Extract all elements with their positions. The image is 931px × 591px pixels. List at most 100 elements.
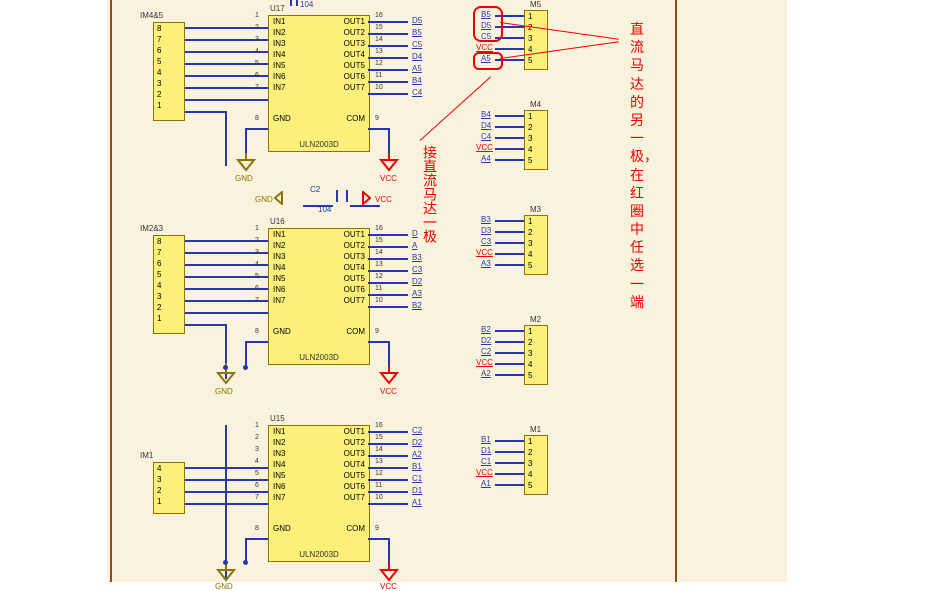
wire bbox=[495, 148, 524, 150]
net-out: A bbox=[412, 241, 417, 250]
net-m1-2: D1 bbox=[481, 446, 491, 455]
header-im1: 4321 bbox=[153, 462, 185, 514]
header-ref-m1: M1 bbox=[530, 425, 541, 434]
wire bbox=[495, 341, 524, 343]
wire bbox=[495, 220, 524, 222]
net-out: D2 bbox=[412, 277, 422, 286]
net-out: B4 bbox=[412, 76, 422, 85]
wire bbox=[368, 258, 408, 260]
gnd-label: GND bbox=[215, 387, 233, 396]
header-ref-im23: IM2&3 bbox=[140, 224, 163, 233]
chip-ref-u16: U16 bbox=[270, 217, 285, 226]
border-right bbox=[675, 0, 677, 582]
wire bbox=[368, 538, 390, 540]
net-m4-5: A4 bbox=[481, 154, 491, 163]
net-m1-5: A1 bbox=[481, 479, 491, 488]
net-m2-3: C2 bbox=[481, 347, 491, 356]
chip-u16: IN1OUT1 IN2OUT2 IN3OUT3 IN4OUT4 IN5OUT5 … bbox=[268, 228, 370, 365]
net-m4-3: C4 bbox=[481, 132, 491, 141]
net-m3-2: D3 bbox=[481, 226, 491, 235]
header-m5: 12345 bbox=[524, 10, 548, 70]
net-m4-4: VCC bbox=[476, 143, 493, 152]
net-out: C3 bbox=[412, 265, 422, 274]
wire bbox=[368, 128, 390, 130]
net-out: D bbox=[412, 229, 418, 238]
gnd-label: GND bbox=[235, 174, 253, 183]
annotation-left: 接直流马达一极 bbox=[420, 145, 440, 243]
net-out: D5 bbox=[412, 16, 422, 25]
chip-part-label: ULN2003D bbox=[299, 550, 339, 559]
net-m4-2: D4 bbox=[481, 121, 491, 130]
wire bbox=[225, 111, 227, 166]
wire bbox=[495, 126, 524, 128]
wire bbox=[495, 473, 524, 475]
wire bbox=[368, 491, 408, 493]
net-out: C4 bbox=[412, 88, 422, 97]
vcc-label: VCC bbox=[380, 582, 397, 591]
wire bbox=[368, 270, 408, 272]
wire bbox=[388, 341, 390, 366]
wire bbox=[495, 440, 524, 442]
wire bbox=[245, 128, 247, 153]
wire bbox=[495, 363, 524, 365]
net-m1-4: VCC bbox=[476, 468, 493, 477]
header-im45: 87654321 bbox=[153, 22, 185, 121]
header-m1: 12345 bbox=[524, 435, 548, 495]
net-out: C2 bbox=[412, 426, 422, 435]
vcc-label: VCC bbox=[380, 387, 397, 396]
wire bbox=[368, 455, 408, 457]
wire bbox=[245, 538, 268, 540]
wire bbox=[368, 443, 408, 445]
wire bbox=[245, 341, 268, 343]
junction-dot bbox=[243, 560, 248, 565]
net-out: B2 bbox=[412, 301, 422, 310]
annotation-right: 直流马达的另一极，在红圈中任选一端 bbox=[630, 20, 648, 311]
wire bbox=[495, 242, 524, 244]
wire bbox=[245, 341, 247, 366]
wire bbox=[495, 137, 524, 139]
gnd-icon bbox=[236, 150, 256, 175]
wire bbox=[368, 341, 390, 343]
net-m4-1: B4 bbox=[481, 110, 491, 119]
net-out: B1 bbox=[412, 462, 422, 471]
wire bbox=[245, 128, 268, 130]
net-m1-1: B1 bbox=[481, 435, 491, 444]
wire bbox=[388, 538, 390, 563]
header-ref-im45: IM4&5 bbox=[140, 11, 163, 20]
wire bbox=[185, 111, 225, 113]
net-m2-5: A2 bbox=[481, 369, 491, 378]
net-m2-1: B2 bbox=[481, 325, 491, 334]
junction-dot bbox=[223, 365, 228, 370]
net-out: C5 bbox=[412, 40, 422, 49]
wire bbox=[388, 128, 390, 153]
chip-part-label: ULN2003D bbox=[299, 353, 339, 362]
wire bbox=[495, 352, 524, 354]
net-out: D1 bbox=[412, 486, 422, 495]
net-m2-2: D2 bbox=[481, 336, 491, 345]
chip-u17: IN1OUT1 IN2OUT2 IN3OUT3 IN4OUT4 IN5OUT5 … bbox=[268, 15, 370, 152]
vcc-icon bbox=[356, 191, 374, 205]
wire bbox=[495, 48, 524, 50]
gnd-icon bbox=[271, 191, 289, 205]
header-m4: 12345 bbox=[524, 110, 548, 170]
net-m3-1: B3 bbox=[481, 215, 491, 224]
net-m2-4: VCC bbox=[476, 358, 493, 367]
net-out: C1 bbox=[412, 474, 422, 483]
wire bbox=[368, 479, 408, 481]
wire bbox=[185, 312, 268, 314]
red-circle-icon bbox=[473, 6, 503, 42]
header-ref-m5: M5 bbox=[530, 0, 541, 9]
net-m3-5: A3 bbox=[481, 259, 491, 268]
cap-val-top: 104 bbox=[300, 0, 313, 9]
net-out: A2 bbox=[412, 450, 422, 459]
vcc-icon bbox=[379, 150, 399, 175]
wire bbox=[368, 431, 408, 433]
header-m3: 12345 bbox=[524, 215, 548, 275]
cap-val: 104 bbox=[318, 205, 331, 214]
junction-dot bbox=[223, 560, 228, 565]
chip-ref-u17: U17 bbox=[270, 4, 285, 13]
vcc-label: VCC bbox=[375, 195, 392, 204]
wire bbox=[368, 234, 408, 236]
header-m2: 12345 bbox=[524, 325, 548, 385]
net-m5-4: VCC bbox=[476, 43, 493, 52]
